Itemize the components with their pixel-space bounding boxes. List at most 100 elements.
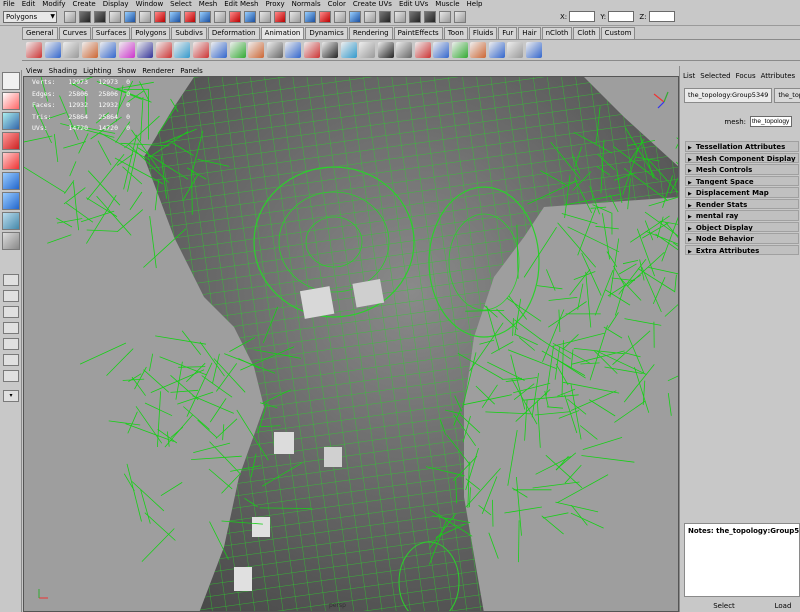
shelf-tool-icon[interactable]: [100, 42, 116, 58]
menu-mesh[interactable]: Mesh: [199, 0, 217, 9]
attr-section-tessellation-attributes[interactable]: ▶ Tessellation Attributes: [685, 141, 799, 152]
shelf-tool-icon[interactable]: [488, 42, 505, 58]
x-input[interactable]: [569, 11, 596, 22]
rotate-tool-icon[interactable]: [2, 152, 20, 170]
last-tool-icon[interactable]: [2, 232, 20, 250]
scale-tool-icon[interactable]: [2, 172, 20, 190]
tab-deformation[interactable]: Deformation: [207, 27, 260, 39]
render-icon[interactable]: [394, 11, 406, 23]
shelf-tool-icon[interactable]: [81, 42, 98, 58]
hypershade-icon[interactable]: [439, 11, 451, 23]
attr-section-mesh-component-display[interactable]: ▶ Mesh Component Display: [685, 152, 799, 163]
new-scene-icon[interactable]: [64, 11, 76, 23]
shelf-tool-icon[interactable]: [396, 42, 412, 58]
menu-create[interactable]: Create: [72, 0, 95, 9]
four-view-icon[interactable]: [3, 290, 19, 302]
tab-topology-node[interactable]: the_topology:: [774, 88, 800, 103]
snap-point-icon[interactable]: [334, 11, 346, 23]
tab-general[interactable]: General: [22, 27, 58, 39]
shelf-tool-icon[interactable]: [192, 42, 209, 58]
chevron-down-icon[interactable]: ▾: [3, 390, 19, 402]
shelf-tool-icon[interactable]: [433, 42, 449, 58]
shelf-tool-icon[interactable]: [155, 42, 172, 58]
snap-grid-icon[interactable]: [304, 11, 316, 23]
attr-section-render-stats[interactable]: ▶ Render Stats: [685, 198, 799, 209]
ipr-render-icon[interactable]: [409, 11, 421, 23]
menu-muscle[interactable]: Muscle: [435, 0, 459, 9]
lasso-tool-icon[interactable]: [2, 92, 20, 110]
save-scene-icon[interactable]: [94, 11, 106, 23]
shelf-tool-icon[interactable]: [377, 42, 394, 58]
select-button[interactable]: Select: [686, 600, 762, 612]
notes-panel[interactable]: Notes: the_topology:Group53495: [684, 523, 800, 597]
shelf-tool-icon[interactable]: [359, 42, 375, 58]
tab-cloth[interactable]: Cloth: [573, 27, 600, 39]
shelf-tool-icon[interactable]: [525, 42, 542, 58]
viewport-menu-shading[interactable]: Shading: [49, 66, 77, 76]
menu-window[interactable]: Window: [136, 0, 164, 9]
menu-set-dropdown[interactable]: Polygons ▼: [3, 11, 57, 23]
menu-file[interactable]: File: [3, 0, 15, 9]
tab-animation[interactable]: Animation: [260, 27, 305, 39]
select-tool-icon[interactable]: [2, 72, 20, 90]
attr-menu-focus[interactable]: Focus: [736, 72, 756, 80]
shelf-tool-icon[interactable]: [322, 42, 338, 58]
shelf-tool-icon[interactable]: [137, 42, 153, 58]
layout-icon[interactable]: [3, 370, 19, 382]
shelf-tool-icon[interactable]: [174, 42, 190, 58]
select-surfaces-icon[interactable]: [199, 11, 211, 23]
shelf-tool-icon[interactable]: [63, 42, 79, 58]
manipulator-icon[interactable]: [2, 192, 20, 210]
move-tool-icon[interactable]: [2, 132, 20, 150]
select-handles-icon[interactable]: [154, 11, 166, 23]
tab-toon[interactable]: Toon: [443, 27, 468, 39]
soft-mod-icon[interactable]: [2, 212, 20, 230]
tab-custom[interactable]: Custom: [600, 27, 636, 39]
shelf-tool-icon[interactable]: [414, 42, 431, 58]
shelf-tool-icon[interactable]: [26, 42, 42, 58]
attr-section-extra-attributes[interactable]: ▶ Extra Attributes: [685, 244, 799, 255]
tab-dynamics[interactable]: Dynamics: [305, 27, 348, 39]
tab-polygons[interactable]: Polygons: [131, 27, 171, 39]
menu-select[interactable]: Select: [170, 0, 192, 9]
make-live-icon[interactable]: [364, 11, 376, 23]
snap-plane-icon[interactable]: [349, 11, 361, 23]
tab-surfaces[interactable]: Surfaces: [91, 27, 131, 39]
shelf-tool-icon[interactable]: [340, 42, 357, 58]
shelf-tool-icon[interactable]: [470, 42, 486, 58]
menu-edit-uvs[interactable]: Edit UVs: [399, 0, 428, 9]
tab-group-node[interactable]: the_topology:Group5349: [684, 88, 773, 103]
hypershade-layout-icon[interactable]: [3, 338, 19, 350]
history-icon[interactable]: [379, 11, 391, 23]
menu-normals[interactable]: Normals: [292, 0, 321, 9]
viewport-menu-show[interactable]: Show: [117, 66, 136, 76]
shelf-tool-icon[interactable]: [303, 42, 320, 58]
shelf-tool-icon[interactable]: [507, 42, 523, 58]
select-dynamics-icon[interactable]: [229, 11, 241, 23]
persp-outliner-icon[interactable]: [3, 306, 19, 318]
attr-section-mental-ray[interactable]: ▶ mental ray: [685, 210, 799, 221]
layout-icon[interactable]: [3, 354, 19, 366]
shelf-tool-icon[interactable]: [451, 42, 468, 58]
shelf-tool-icon[interactable]: [118, 42, 135, 58]
menu-create-uvs[interactable]: Create UVs: [353, 0, 392, 9]
viewport-menu-view[interactable]: View: [26, 66, 43, 76]
load-button[interactable]: Load: [768, 600, 798, 612]
select-hierarchy-icon[interactable]: [109, 11, 121, 23]
input-mode-icon[interactable]: [454, 11, 466, 23]
attr-section-object-display[interactable]: ▶ Object Display: [685, 221, 799, 232]
menu-edit-mesh[interactable]: Edit Mesh: [224, 0, 258, 9]
mesh-name-input[interactable]: [750, 116, 792, 127]
menu-color[interactable]: Color: [328, 0, 346, 9]
lock-selection-icon[interactable]: [274, 11, 286, 23]
viewport-menu-lighting[interactable]: Lighting: [83, 66, 111, 76]
z-input[interactable]: [648, 11, 675, 22]
attr-section-tangent-space[interactable]: ▶ Tangent Space: [685, 175, 799, 186]
shelf-tool-icon[interactable]: [44, 42, 61, 58]
single-perspective-icon[interactable]: [3, 274, 19, 286]
menu-modify[interactable]: Modify: [42, 0, 65, 9]
tab-rendering[interactable]: Rendering: [348, 27, 393, 39]
select-misc-icon[interactable]: [259, 11, 271, 23]
tab-painteffects[interactable]: PaintEffects: [393, 27, 443, 39]
shelf-tool-icon[interactable]: [229, 42, 246, 58]
